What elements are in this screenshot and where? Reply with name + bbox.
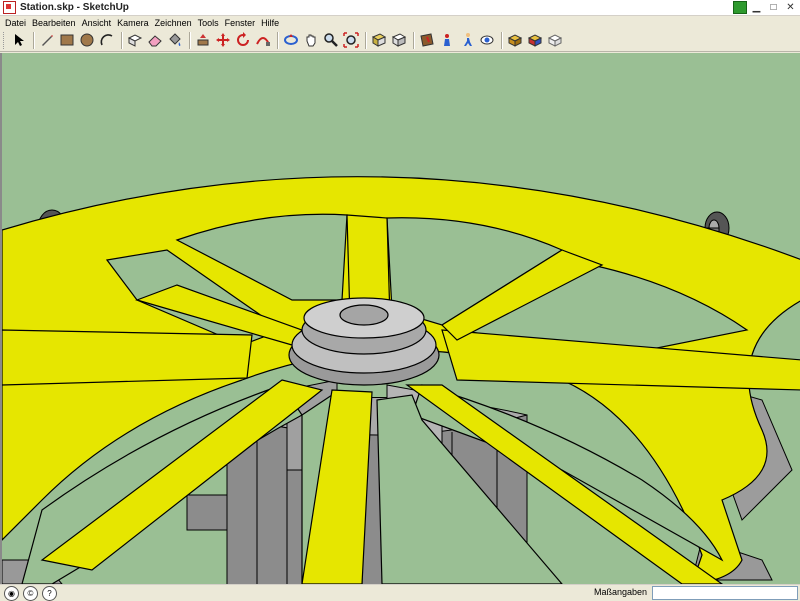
measurement-label: Maßangaben <box>594 587 648 597</box>
push-pull-icon[interactable] <box>194 31 212 49</box>
get-models-icon[interactable] <box>370 31 388 49</box>
position-camera-icon[interactable] <box>438 31 456 49</box>
section-plane-icon[interactable] <box>418 31 436 49</box>
menu-datei[interactable]: Datei <box>3 18 30 28</box>
status-tray-icon[interactable] <box>733 1 747 14</box>
rotate-icon[interactable] <box>234 31 252 49</box>
window-title: Station.skp - SketchUp <box>20 2 129 13</box>
toolbar-grip[interactable] <box>3 31 7 49</box>
maximize-button[interactable]: □ <box>766 1 781 14</box>
move-icon[interactable] <box>214 31 232 49</box>
eraser-icon[interactable] <box>146 31 164 49</box>
zoom-icon[interactable] <box>322 31 340 49</box>
component-icon[interactable] <box>506 31 524 49</box>
menu-fenster[interactable]: Fenster <box>223 18 260 28</box>
menu-hilfe[interactable]: Hilfe <box>259 18 283 28</box>
look-around-icon[interactable] <box>478 31 496 49</box>
menu-ansicht[interactable]: Ansicht <box>80 18 116 28</box>
window-controls: ▁ □ ✕ <box>733 0 798 15</box>
pencil-icon[interactable] <box>38 31 56 49</box>
materials-icon[interactable] <box>526 31 544 49</box>
toolbar-separator <box>121 31 123 49</box>
menu-bar: Datei Bearbeiten Ansicht Kamera Zeichnen… <box>0 16 800 29</box>
main-toolbar <box>0 29 800 52</box>
minimize-button[interactable]: ▁ <box>749 1 764 14</box>
arc-icon[interactable] <box>98 31 116 49</box>
close-button[interactable]: ✕ <box>783 1 798 14</box>
toolbar-separator <box>501 31 503 49</box>
help-icon[interactable]: ? <box>42 585 57 601</box>
toolbar-separator <box>33 31 35 49</box>
title-bar: Station.skp - SketchUp ▁ □ ✕ <box>0 0 800 16</box>
rectangle-icon[interactable] <box>58 31 76 49</box>
paint-bucket-icon[interactable] <box>166 31 184 49</box>
make-component-icon[interactable] <box>126 31 144 49</box>
styles-icon[interactable] <box>546 31 564 49</box>
menu-bearbeiten[interactable]: Bearbeiten <box>30 18 80 28</box>
toolbar-separator <box>189 31 191 49</box>
follow-me-icon[interactable] <box>254 31 272 49</box>
menu-zeichnen[interactable]: Zeichnen <box>153 18 196 28</box>
orbit-icon[interactable] <box>282 31 300 49</box>
toolbar-separator <box>277 31 279 49</box>
credits-icon[interactable]: © <box>23 585 38 601</box>
drawing-viewport[interactable] <box>0 53 800 584</box>
measurement-input[interactable] <box>652 586 798 600</box>
pan-icon[interactable] <box>302 31 320 49</box>
zoom-extents-icon[interactable] <box>342 31 360 49</box>
menu-tools[interactable]: Tools <box>196 18 223 28</box>
menu-kamera[interactable]: Kamera <box>115 18 153 28</box>
share-model-icon[interactable] <box>390 31 408 49</box>
geo-location-icon[interactable]: ◉ <box>4 585 19 601</box>
walk-icon[interactable] <box>458 31 476 49</box>
station-model-scene[interactable] <box>2 53 800 584</box>
select-icon[interactable] <box>10 31 28 49</box>
circle-icon[interactable] <box>78 31 96 49</box>
wheel-hub <box>288 297 440 386</box>
status-bar: ◉ © ? Maßangaben <box>0 584 800 601</box>
toolbar-separator <box>365 31 367 49</box>
toolbar-separator <box>413 31 415 49</box>
sketchup-app-icon[interactable] <box>3 1 16 14</box>
